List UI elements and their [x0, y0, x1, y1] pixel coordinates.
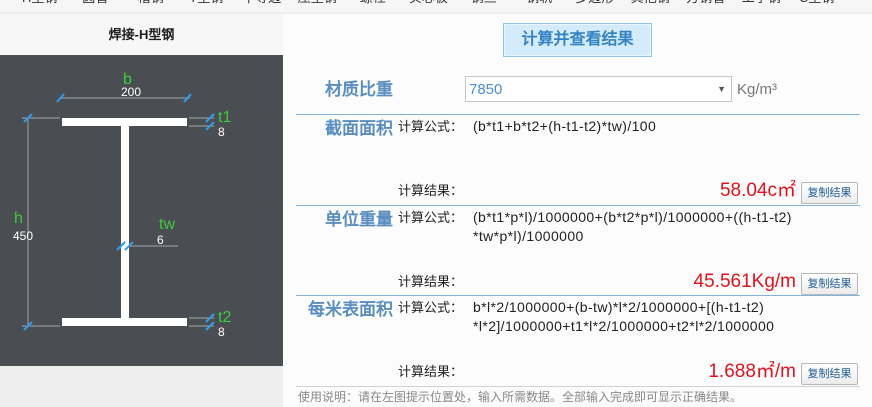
usage-note: 使用说明：请在左图提示位置处，输入所需数据。全部输入完成即可显示正确结果。 — [296, 386, 860, 407]
tab-solid-plate[interactable]: 实心板 — [401, 0, 457, 12]
tab-i-beam[interactable]: 工字钢 — [734, 0, 790, 12]
density-combobox[interactable]: ▼ — [465, 76, 732, 102]
result-value: 45.561Kg/m — [693, 271, 796, 292]
h-value[interactable]: 450 — [13, 229, 33, 243]
formula-line: *tw*p*l)/1000000 — [473, 228, 584, 244]
steel-type-tabs: H型钢 圆管 槽钢 T型钢 不等边 压型钢 螺栓 实心板 钢丝 钢轨 多边形 其… — [0, 0, 872, 12]
result-label: 计算结果： — [398, 364, 464, 379]
formula-line: *l*2]/1000000+t1*l*2/1000000+t2*l*2/1000… — [473, 318, 775, 334]
formula-line: (b*t1*p*l)/1000000+(b*t2*p*l)/1000000+((… — [473, 209, 792, 225]
tab-round-tube[interactable]: 圆管 — [68, 0, 124, 12]
tab-channel[interactable]: 槽钢 — [123, 0, 179, 12]
formula-text: (b*t1+b*t2+(h-t1-t2)*tw)/100 — [473, 117, 858, 136]
copy-result-button[interactable]: 复制结果 — [801, 182, 858, 204]
formula-text: (b*t1*p*l)/1000000+(b*t2*p*l)/1000000+((… — [473, 208, 858, 246]
h-beam-diagram-panel: b 200 t1 8 h 450 tw 6 t2 8 — [0, 55, 283, 366]
t1-value[interactable]: 8 — [218, 125, 225, 139]
tab-rail[interactable]: 钢轨 — [512, 0, 568, 12]
result-label: 计算结果： — [398, 274, 464, 289]
density-label: 材质比重 — [325, 80, 393, 99]
copy-result-button[interactable]: 复制结果 — [801, 363, 858, 385]
copy-result-button[interactable]: 复制结果 — [801, 273, 858, 295]
h-beam-diagram: b 200 t1 8 h 450 tw 6 t2 8 — [13, 71, 231, 339]
formula-label: 计算公式： — [398, 300, 464, 315]
section-label: 截面面积 — [325, 119, 393, 138]
formula-label: 计算公式： — [398, 119, 464, 134]
formula-text: b*l*2/1000000+(b-tw)*l*2/1000000+[(h-t1-… — [473, 298, 858, 336]
formula-line: (b*t1+b*t2+(h-t1-t2)*tw)/100 — [473, 118, 657, 134]
tw-symbol: tw — [159, 216, 175, 233]
web — [121, 126, 129, 318]
top-flange — [62, 118, 187, 126]
tab-square-tube[interactable]: 方钢管 — [678, 0, 734, 12]
section-unit-weight: 单位重量 计算公式： (b*t1*p*l)/1000000+(b*t2*p*l)… — [296, 205, 860, 295]
calculator-panel: 计算并查看结果 材质比重 ▼ Kg/m³ 截面面积 计算公式： (b*t1+b*… — [283, 14, 872, 407]
section-label: 每米表面积 — [308, 300, 393, 319]
tab-other-steel[interactable]: 其他钢 — [623, 0, 679, 12]
diagram-title: 焊接-H型钢 — [0, 14, 283, 55]
tab-unequal-angle[interactable]: 不等边 — [234, 0, 290, 12]
density-input[interactable] — [466, 77, 711, 101]
tab-t-steel[interactable]: T型钢 — [179, 0, 235, 12]
t2-value[interactable]: 8 — [218, 325, 225, 339]
result-value: 1.688㎡/m — [708, 361, 796, 382]
result-value: 58.04c㎡ — [719, 180, 796, 201]
tab-steel-wire[interactable]: 钢丝 — [456, 0, 512, 12]
tab-bolt[interactable]: 螺栓 — [345, 0, 401, 12]
result-label: 计算结果： — [398, 183, 464, 198]
tab-polygon[interactable]: 多边形 — [567, 0, 623, 12]
tab-profiled-steel[interactable]: 压型钢 — [290, 0, 346, 12]
t1-symbol: t1 — [218, 109, 231, 126]
section-label: 单位重量 — [325, 210, 393, 229]
h-symbol: h — [14, 210, 23, 227]
formula-line: b*l*2/1000000+(b-tw)*l*2/1000000+[(h-t1-… — [473, 299, 765, 315]
section-surface-area-per-meter: 每米表面积 计算公式： b*l*2/1000000+(b-tw)*l*2/100… — [296, 295, 860, 386]
section-cross-section-area: 截面面积 计算公式： (b*t1+b*t2+(h-t1-t2)*tw)/100 … — [296, 114, 860, 205]
bottom-flange — [62, 318, 187, 326]
caret-down-icon[interactable]: ▼ — [717, 77, 726, 101]
tab-h-steel[interactable]: H型钢 — [12, 0, 68, 12]
calculate-button[interactable]: 计算并查看结果 — [503, 23, 652, 57]
tab-c-steel[interactable]: C型钢 — [789, 0, 845, 12]
tw-value[interactable]: 6 — [157, 233, 164, 247]
b-value[interactable]: 200 — [121, 85, 141, 99]
formula-label: 计算公式： — [398, 210, 464, 225]
density-unit: Kg/m³ — [737, 81, 778, 98]
t2-symbol: t2 — [218, 309, 231, 326]
